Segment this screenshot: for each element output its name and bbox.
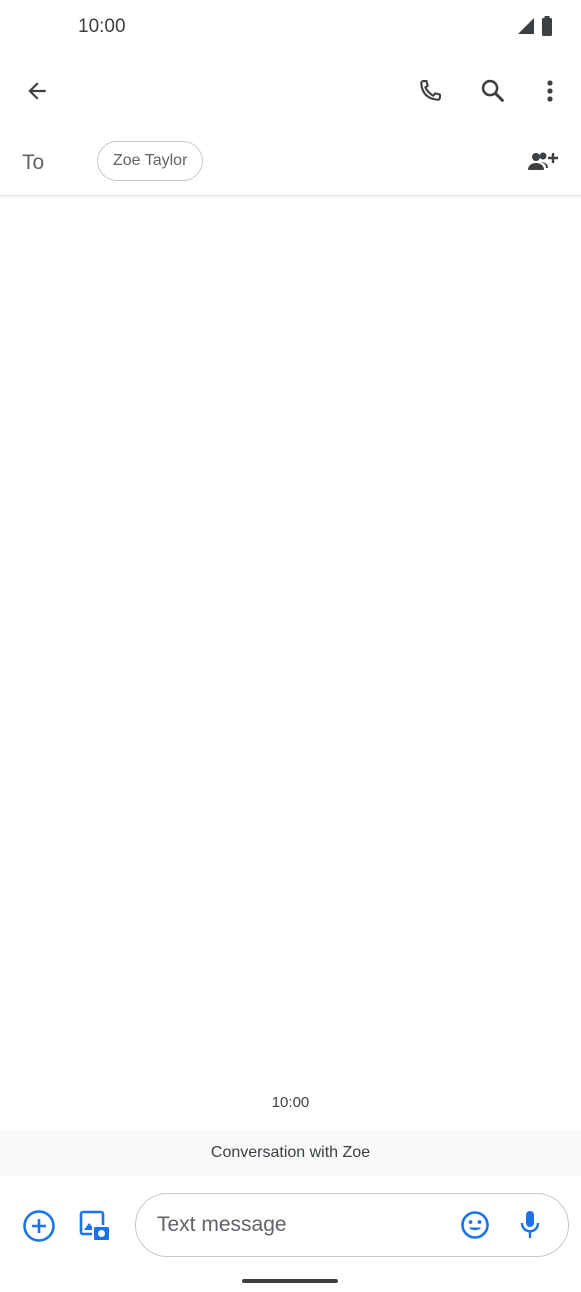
emoji-icon[interactable] [460, 1210, 490, 1245]
phone-icon [416, 77, 444, 110]
to-label: To [22, 151, 45, 174]
signal-icon [517, 17, 535, 40]
message-timestamp: 10:00 [271, 1094, 310, 1111]
add-recipient-button[interactable] [521, 142, 565, 186]
back-arrow-icon [24, 78, 50, 109]
add-circle-icon [22, 1209, 56, 1248]
gallery-button[interactable] [73, 1206, 117, 1250]
compose-field[interactable] [135, 1193, 569, 1257]
more-vert-icon [546, 79, 554, 108]
add-person-icon [527, 150, 559, 179]
text-message-input[interactable] [155, 1212, 449, 1238]
back-button[interactable] [15, 71, 59, 115]
recipient-chip[interactable]: Zoe Taylor [97, 141, 204, 181]
mic-icon[interactable] [519, 1210, 541, 1245]
battery-icon [541, 16, 553, 41]
conversation-banner-text: Conversation with Zoe [210, 1144, 371, 1161]
gallery-icon [78, 1209, 112, 1248]
status-time: 10:00 [78, 16, 126, 37]
message-list[interactable] [0, 199, 581, 1079]
gesture-nav-handle[interactable] [242, 1279, 338, 1283]
search-button[interactable] [471, 71, 515, 115]
call-button[interactable] [408, 71, 452, 115]
search-icon [479, 77, 507, 110]
add-attachment-button[interactable] [17, 1206, 61, 1250]
conversation-banner: Conversation with Zoe [0, 1130, 581, 1176]
status-icons [517, 16, 553, 41]
more-options-button[interactable] [528, 71, 572, 115]
